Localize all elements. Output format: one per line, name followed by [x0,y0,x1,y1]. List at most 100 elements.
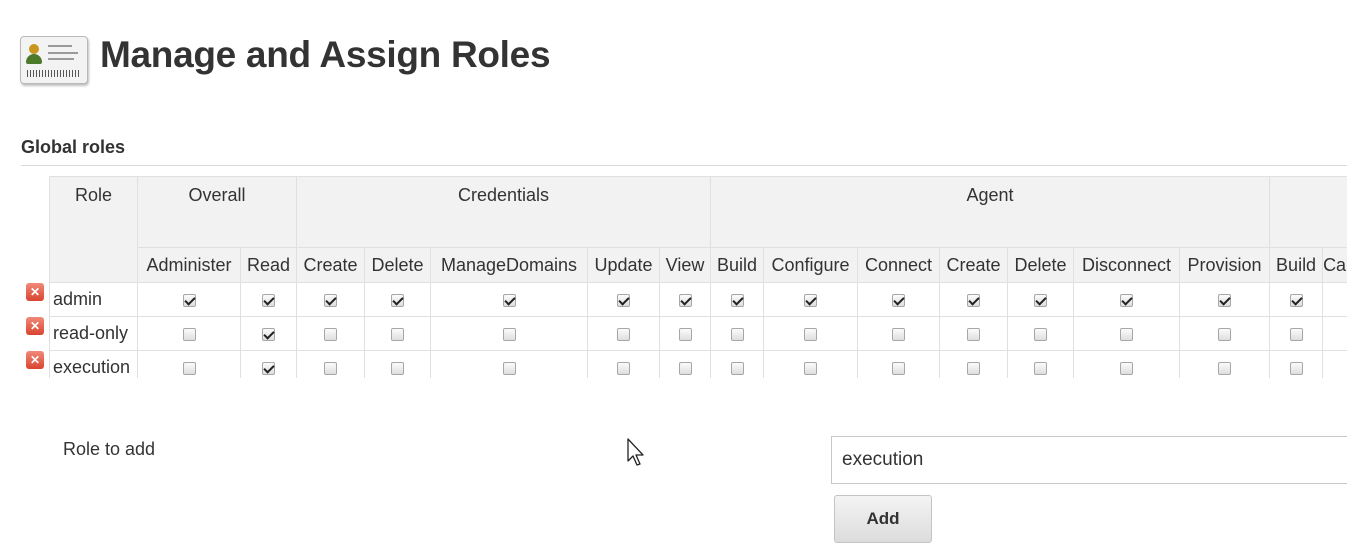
permission-checkbox[interactable] [262,361,275,375]
delete-role-icon[interactable]: ✕ [26,351,44,369]
delete-role-icon[interactable]: ✕ [26,283,44,301]
permission-checkbox[interactable] [678,361,692,375]
permission-checkbox[interactable] [967,293,981,307]
permission-cell [239,282,298,317]
permission-header: Administer [137,247,241,283]
permission-cell [430,282,589,317]
permission-cell [1007,282,1075,317]
permission-checkbox[interactable] [804,293,818,307]
permission-checkbox[interactable] [324,361,338,375]
permission-checkbox[interactable] [182,293,196,307]
permission-checkbox[interactable] [182,327,196,341]
permission-checkbox[interactable] [617,327,631,341]
permission-checkbox[interactable] [804,361,818,375]
permission-cell [587,282,661,317]
permission-cell [587,350,661,378]
permission-checkbox[interactable] [678,327,692,341]
permission-group-header: Overall [136,176,298,248]
permission-checkbox[interactable] [1218,293,1232,307]
permission-checkbox[interactable] [182,361,196,375]
permission-checkbox[interactable] [1034,293,1048,307]
permission-checkbox[interactable] [730,293,744,307]
permission-checkbox[interactable] [262,327,275,341]
permission-checkbox[interactable] [1120,293,1134,307]
permission-cell [1073,316,1181,351]
permission-header: Create [296,247,366,283]
permission-checkbox[interactable] [730,361,744,375]
role-name-input[interactable] [831,436,1347,484]
permission-cell [1073,350,1181,378]
permission-checkbox[interactable] [804,327,818,341]
role-column-header: Role [49,176,138,283]
permission-checkbox[interactable] [391,327,405,341]
permission-cell [710,316,765,351]
permission-checkbox[interactable] [1218,361,1232,375]
permission-header: Delete [364,247,432,283]
permission-header: Create [939,247,1009,283]
permission-cell [364,316,432,351]
permission-checkbox[interactable] [502,327,516,341]
permission-checkbox[interactable] [1120,327,1134,341]
permission-checkbox[interactable] [1034,361,1048,375]
role-row: read-only [49,316,1347,351]
permission-cell [857,316,941,351]
permission-header: Disconnect [1073,247,1181,283]
permission-checkbox[interactable] [1289,327,1303,341]
permission-cell [137,316,241,351]
permission-cell [763,316,859,351]
permission-checkbox[interactable] [617,361,631,375]
permission-cell [1269,350,1324,378]
permission-cell [1179,282,1271,317]
permission-header: Delete [1007,247,1075,283]
permission-checkbox[interactable] [502,361,516,375]
permission-checkbox[interactable] [617,293,631,307]
permission-cell [710,350,765,378]
permission-checkbox[interactable] [1289,293,1303,307]
permission-checkbox[interactable] [678,293,692,307]
permission-cell [710,282,765,317]
permission-checkbox[interactable] [391,361,405,375]
permission-cell [239,316,298,351]
permission-checkbox[interactable] [324,293,338,307]
permission-cell [137,350,241,378]
permission-checkbox[interactable] [262,293,275,307]
permission-cell [1007,316,1075,351]
permission-cell [659,316,712,351]
permission-cell [763,282,859,317]
add-role-button[interactable]: Add [834,495,932,543]
permission-cell [763,350,859,378]
permission-group-header [1269,176,1347,248]
page-title: Manage and Assign Roles [100,34,551,75]
section-title: Global roles [21,137,126,157]
permission-cell [857,282,941,317]
permission-header: Ca [1322,247,1347,283]
role-name: execution [49,350,138,378]
permission-cell [939,316,1009,351]
role-name: admin [49,282,138,317]
permission-checkbox[interactable] [502,293,516,307]
permission-checkbox[interactable] [730,327,744,341]
permission-cell [364,350,432,378]
permission-cell [1269,282,1324,317]
permission-cell [1179,350,1271,378]
permission-cell [587,316,661,351]
permission-cell [1007,350,1075,378]
role-row: execution [49,350,1347,378]
permission-header: Provision [1179,247,1271,283]
permission-header: Build [710,247,765,283]
permission-checkbox[interactable] [1034,327,1048,341]
delete-role-icon[interactable]: ✕ [26,317,44,335]
permission-checkbox[interactable] [391,293,405,307]
permission-checkbox[interactable] [1289,361,1303,375]
permission-checkbox[interactable] [1218,327,1232,341]
permission-cell [430,316,589,351]
permission-checkbox[interactable] [967,361,981,375]
roles-table-container[interactable]: Role Overall Credentials Agent Administer R… [49,176,1347,378]
permission-checkbox[interactable] [324,327,338,341]
permission-cell [137,282,241,317]
permission-checkbox[interactable] [1120,361,1134,375]
permission-checkbox[interactable] [892,327,906,341]
permission-checkbox[interactable] [892,293,906,307]
permission-checkbox[interactable] [892,361,906,375]
permission-checkbox[interactable] [967,327,981,341]
